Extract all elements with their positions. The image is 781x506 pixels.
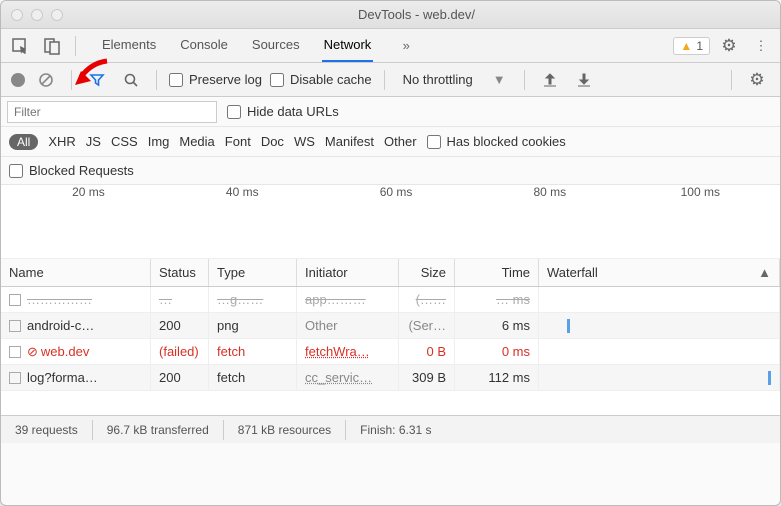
type-media[interactable]: Media — [179, 134, 214, 149]
tick-1: 20 ms — [1, 185, 165, 205]
col-waterfall[interactable]: Waterfall▲ — [539, 259, 780, 286]
network-toolbar: Preserve log Disable cache No throttling… — [1, 63, 780, 97]
table-row[interactable]: log?forma… 200 fetch cc_servic… 309 B 11… — [1, 365, 780, 391]
tick-3: 60 ms — [319, 185, 473, 205]
type-font[interactable]: Font — [225, 134, 251, 149]
col-initiator[interactable]: Initiator — [297, 259, 399, 286]
type-other[interactable]: Other — [384, 134, 417, 149]
throttling-select[interactable]: No throttling ▼ — [397, 72, 512, 87]
tick-2: 40 ms — [165, 185, 319, 205]
type-ws[interactable]: WS — [294, 134, 315, 149]
filter-input[interactable] — [7, 101, 217, 123]
request-table-body: …………………g……app………(……… ms android-c… 200 p… — [1, 287, 780, 415]
preserve-log-checkbox[interactable]: Preserve log — [169, 72, 262, 87]
col-size[interactable]: Size — [399, 259, 455, 286]
hide-data-urls-checkbox[interactable]: Hide data URLs — [227, 104, 339, 119]
inspect-icon[interactable] — [7, 33, 33, 59]
col-name[interactable]: Name — [1, 259, 151, 286]
tab-sources[interactable]: Sources — [250, 29, 302, 62]
tick-5: 100 ms — [626, 185, 780, 205]
filter-row: Hide data URLs — [1, 97, 780, 127]
blocked-cookies-label: Has blocked cookies — [447, 134, 566, 149]
warning-icon: ▲ — [680, 39, 692, 53]
col-status[interactable]: Status — [151, 259, 209, 286]
device-icon[interactable] — [39, 33, 65, 59]
col-time[interactable]: Time — [455, 259, 539, 286]
status-requests: 39 requests — [11, 423, 82, 437]
preserve-log-label: Preserve log — [189, 72, 262, 87]
status-finish: Finish: 6.31 s — [356, 423, 435, 437]
tab-console[interactable]: Console — [178, 29, 230, 62]
disable-cache-label: Disable cache — [290, 72, 372, 87]
error-icon: ⊘ — [27, 344, 38, 360]
col-type[interactable]: Type — [209, 259, 297, 286]
hide-data-urls-label: Hide data URLs — [247, 104, 339, 119]
table-row[interactable]: ⊘web.dev (failed) fetch fetchWra… 0 B 0 … — [1, 339, 780, 365]
throttling-label: No throttling — [403, 72, 473, 87]
close-dot[interactable] — [11, 9, 23, 21]
download-har-icon[interactable] — [571, 67, 597, 93]
type-doc[interactable]: Doc — [261, 134, 284, 149]
more-tabs-icon[interactable]: » — [393, 33, 419, 59]
blocked-cookies-checkbox[interactable]: Has blocked cookies — [427, 134, 566, 149]
type-img[interactable]: Img — [148, 134, 170, 149]
blocked-requests-row: Blocked Requests — [1, 157, 780, 185]
type-filter-row: All XHR JS CSS Img Media Font Doc WS Man… — [1, 127, 780, 157]
search-icon[interactable] — [118, 67, 144, 93]
filter-icon[interactable] — [84, 67, 110, 93]
panel-settings-icon[interactable]: ⚙ — [744, 67, 770, 93]
tick-4: 80 ms — [472, 185, 626, 205]
type-manifest[interactable]: Manifest — [325, 134, 374, 149]
window-title: DevTools - web.dev/ — [63, 7, 770, 22]
status-transferred: 96.7 kB transferred — [103, 423, 213, 437]
table-row[interactable]: android-c… 200 png Other (Ser… 6 ms — [1, 313, 780, 339]
tab-elements[interactable]: Elements — [100, 29, 158, 62]
blocked-requests-checkbox[interactable]: Blocked Requests — [9, 163, 134, 178]
blocked-requests-label: Blocked Requests — [29, 163, 134, 178]
clear-icon[interactable] — [33, 67, 59, 93]
status-resources: 871 kB resources — [234, 423, 335, 437]
table-header: Name Status Type Initiator Size Time Wat… — [1, 259, 780, 287]
sort-icon: ▲ — [758, 265, 771, 280]
tab-network[interactable]: Network — [322, 29, 374, 62]
warnings-badge[interactable]: ▲1 — [673, 37, 710, 55]
minimize-dot[interactable] — [31, 9, 43, 21]
warnings-count: 1 — [696, 39, 703, 53]
upload-har-icon[interactable] — [537, 67, 563, 93]
traffic-lights — [11, 9, 63, 21]
type-css[interactable]: CSS — [111, 134, 138, 149]
main-tabbar: Elements Console Sources Network » ▲1 ⚙ … — [1, 29, 780, 63]
type-all[interactable]: All — [9, 134, 38, 150]
type-js[interactable]: JS — [86, 134, 101, 149]
chevron-down-icon: ▼ — [493, 72, 506, 87]
kebab-icon[interactable]: ⋮ — [748, 33, 774, 59]
type-xhr[interactable]: XHR — [48, 134, 75, 149]
settings-icon[interactable]: ⚙ — [716, 33, 742, 59]
window-titlebar: DevTools - web.dev/ — [1, 1, 780, 29]
timeline-overview[interactable]: 20 ms 40 ms 60 ms 80 ms 100 ms — [1, 185, 780, 259]
status-bar: 39 requests 96.7 kB transferred 871 kB r… — [1, 415, 780, 443]
record-button[interactable] — [11, 73, 25, 87]
disable-cache-checkbox[interactable]: Disable cache — [270, 72, 372, 87]
zoom-dot[interactable] — [51, 9, 63, 21]
table-row[interactable]: …………………g……app………(……… ms — [1, 287, 780, 313]
